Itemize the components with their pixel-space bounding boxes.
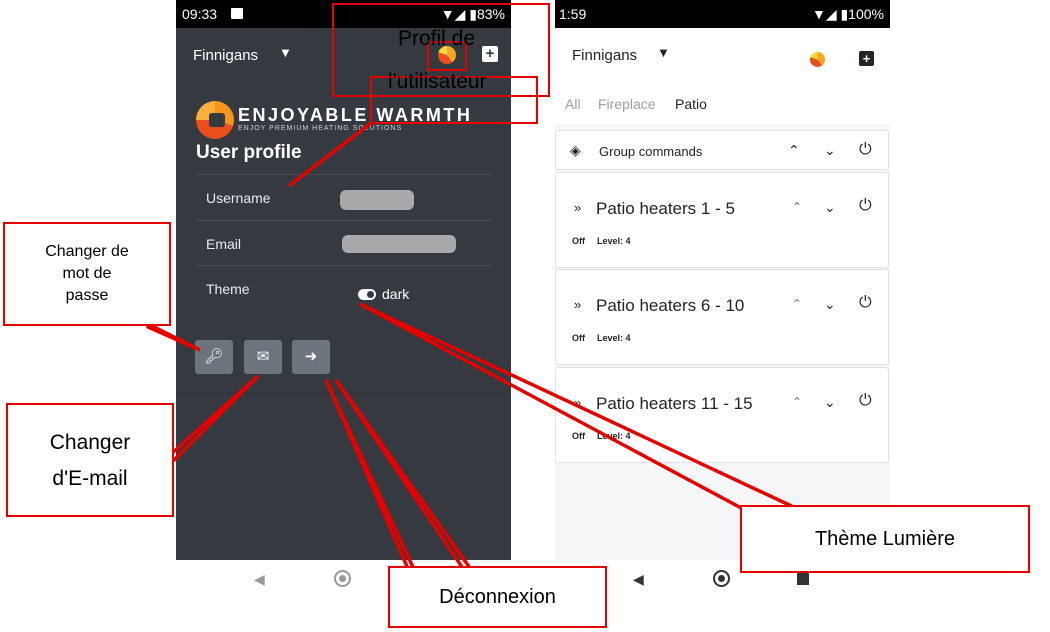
double-chevron-down-icon[interactable]: » [574,297,581,312]
power-icon[interactable]: ⏻ [859,197,872,215]
chevron-up-icon[interactable]: ⌃ [788,142,800,159]
chevron-down-icon[interactable]: ⌄ [824,296,836,313]
group-commands-card: ◈ Group commands ⌃ ⌄ ⏻ [555,130,889,170]
image-notification-icon [231,8,243,19]
annotation-email-line-2: d'E-mail [52,467,128,490]
app-header: Finnigans ▼ + All Fireplace Patio [555,28,890,124]
annotation-password-line-1: Changer de [45,243,129,260]
annotation-change-password: Changer de mot de passe [3,222,171,326]
username-value-redacted [340,190,414,210]
double-chevron-down-icon[interactable]: » [574,200,581,215]
status-indicators: ▼◢ ▮100% [811,6,884,22]
heater-name: Patio heaters 6 - 10 [596,296,745,315]
theme-toggle-switch[interactable] [358,289,376,300]
email-value-redacted [342,235,456,253]
home-icon[interactable] [713,570,730,587]
username-label: Username [206,190,271,206]
profile-row-theme: Theme dark [196,265,492,311]
page-title: User profile [196,142,302,163]
heater-card: » Patio heaters 6 - 10 ⌃ ⌄ ⏻ Off Level: … [555,269,889,365]
chevron-down-icon[interactable]: ⌄ [824,394,836,411]
annotation-profile-label-1: Profil de [398,27,476,50]
chevron-down-icon[interactable]: ⌄ [824,142,836,159]
heater-name: Patio heaters 11 - 15 [596,394,753,413]
power-icon[interactable]: ⏻ [859,294,872,312]
theme-value: dark [382,286,410,302]
chevron-up-icon[interactable]: ⌃ [792,297,802,311]
annotation-logout: Déconnexion [388,566,607,628]
back-icon[interactable]: ◀ [633,571,644,588]
heater-name: Patio heaters 1 - 5 [596,199,735,218]
caret-down-icon[interactable]: ▼ [279,45,292,60]
profile-row-username: Username [196,174,492,220]
status-time: 1:59 [559,6,587,22]
annotation-password-line-3: passe [65,287,109,304]
change-email-button[interactable]: ✉ [244,340,282,374]
tab-patio[interactable]: Patio [675,96,707,112]
account-selector-label[interactable]: Finnigans [193,47,258,64]
heater-status: Off [572,333,585,343]
heater-status: Off [572,431,585,441]
profile-row-email: Email [196,220,492,266]
email-label: Email [206,236,242,252]
annotation-profile-label-2: l'utilisateur [388,70,487,93]
recent-apps-icon[interactable] [797,573,809,585]
user-avatar-icon[interactable] [810,52,825,67]
heater-level: Level: 4 [597,431,631,441]
back-icon[interactable]: ◀ [254,571,265,588]
plus-square-icon[interactable]: + [859,51,874,66]
annotation-change-email: Changer d'E-mail [6,403,174,517]
annotation-password-line-2: mot de [62,265,112,282]
annotation-light-theme: Thème Lumière [740,505,1030,573]
heater-level: Level: 4 [597,333,631,343]
heater-level: Level: 4 [597,236,631,246]
heater-status: Off [572,236,585,246]
key-icon: 🔑︎ [204,348,224,365]
heater-card: » Patio heaters 1 - 5 ⌃ ⌄ ⏻ Off Level: 4 [555,172,889,268]
power-icon[interactable]: ⏻ [859,392,872,410]
status-bar: 1:59 ▼◢ ▮100% [555,0,890,28]
home-icon[interactable] [334,570,351,587]
divider [176,393,511,394]
heater-card: » Patio heaters 11 - 15 ⌃ ⌄ ⏻ Off Level:… [555,367,889,463]
chevron-up-icon[interactable]: ⌃ [792,395,802,409]
sign-out-icon: ➜ [304,348,318,365]
annotation-email-line-1: Changer [49,431,131,454]
theme-label: Theme [206,281,250,297]
double-chevron-down-icon[interactable]: » [574,395,581,410]
tab-all[interactable]: All [565,96,581,112]
power-icon[interactable]: ⏻ [859,141,872,159]
account-selector-label[interactable]: Finnigans [572,47,637,64]
logo-subtitle: ENJOY PREMIUM HEATING SOLUTIONS [238,125,403,132]
chevron-down-icon[interactable]: ⌄ [824,199,836,216]
layers-icon: ◈ [570,142,581,158]
status-time: 09:33 [182,6,218,22]
logout-button[interactable]: ➜ [292,340,330,374]
change-password-button[interactable]: 🔑︎ [195,340,233,374]
chevron-up-icon[interactable]: ⌃ [792,200,802,214]
group-commands-label: Group commands [599,144,703,159]
right-phone-screen: 1:59 ▼◢ ▮100% Finnigans ▼ + All Fireplac… [555,0,890,560]
caret-down-icon[interactable]: ▼ [657,45,670,60]
tab-fireplace[interactable]: Fireplace [598,96,656,112]
envelope-icon: ✉ [256,348,270,365]
